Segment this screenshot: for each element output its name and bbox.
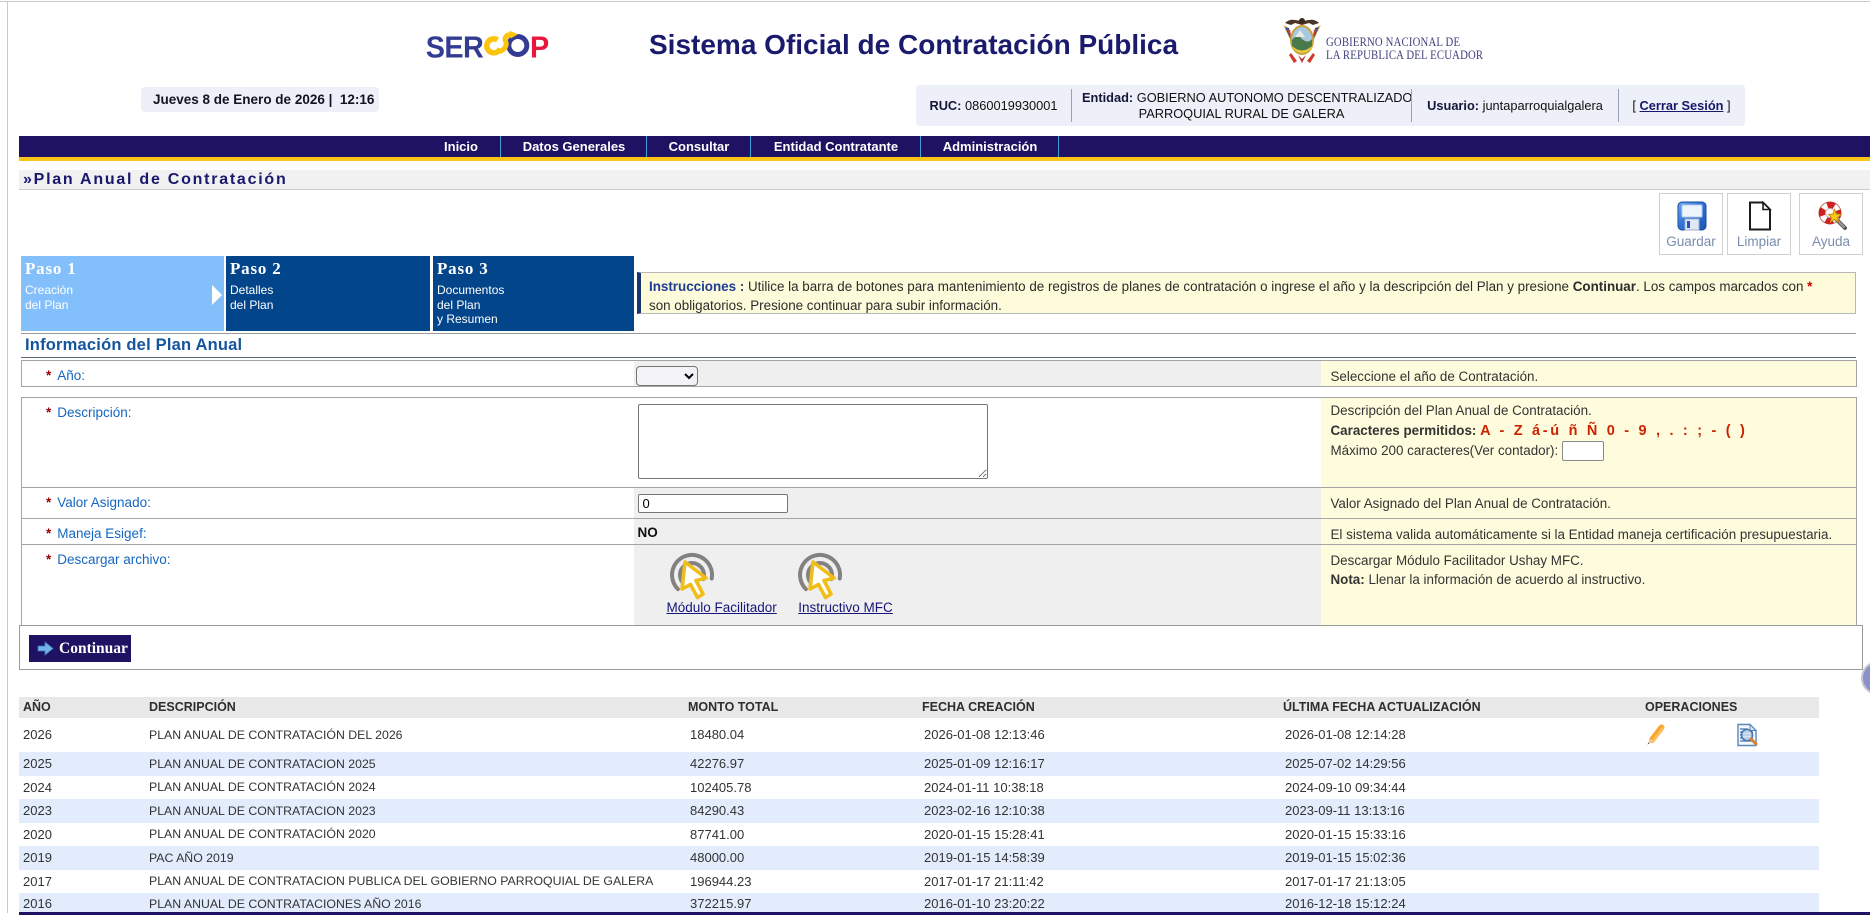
svg-text:P: P (530, 31, 549, 64)
svg-text:SER: SER (426, 31, 483, 64)
